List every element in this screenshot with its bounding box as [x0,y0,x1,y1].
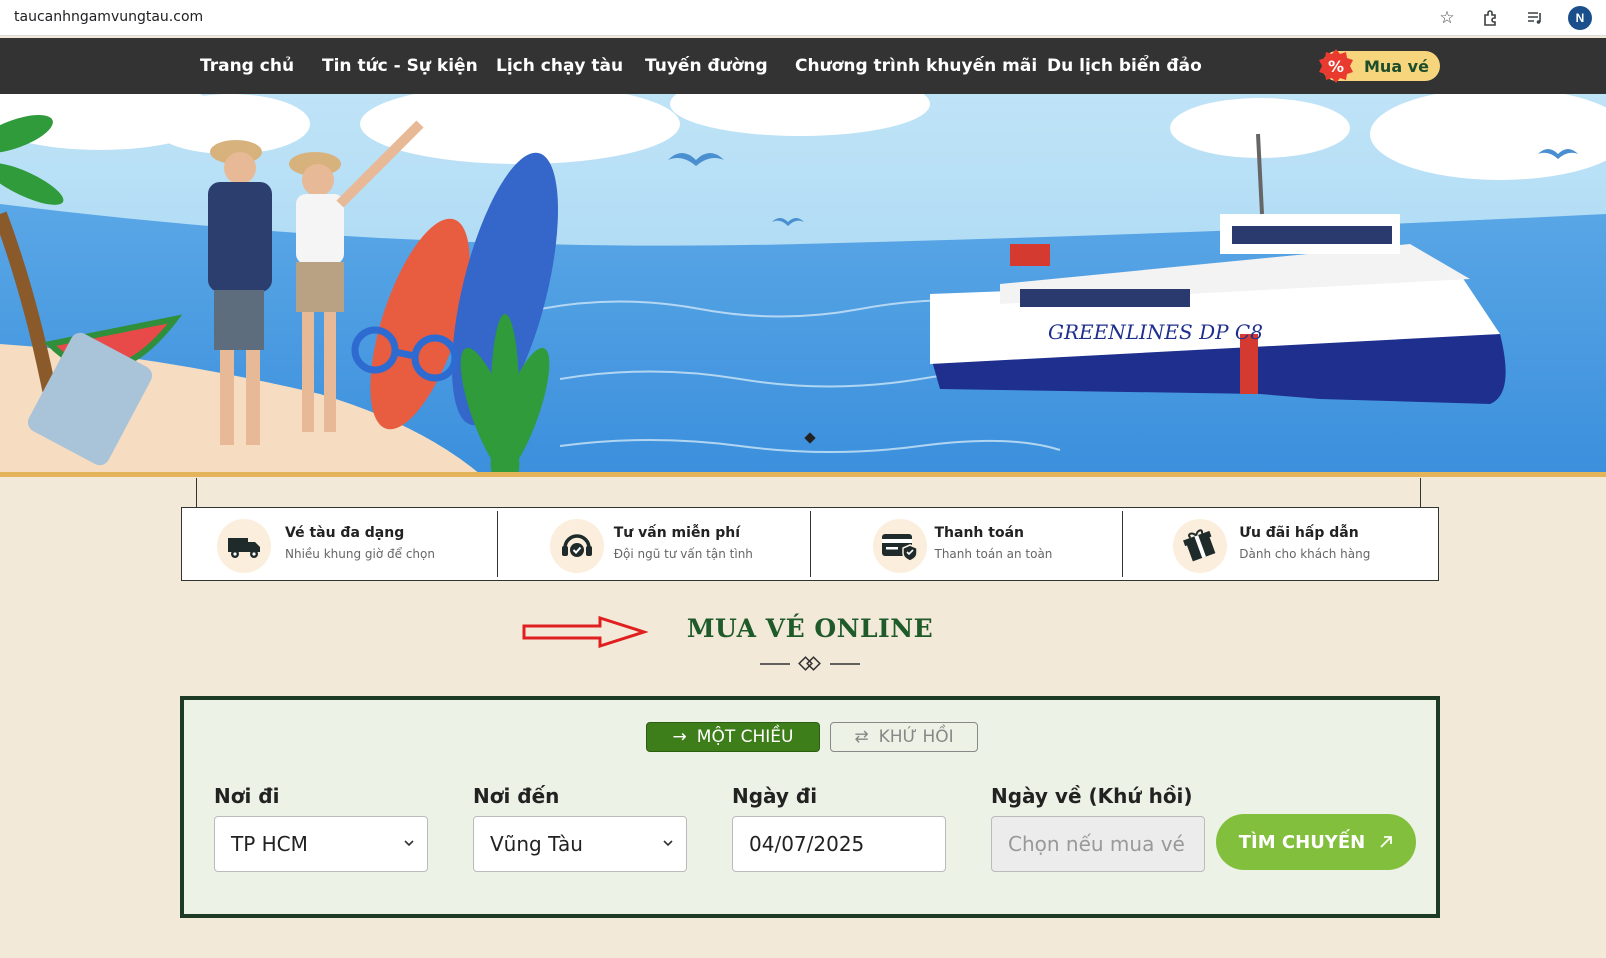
gift-icon [1173,519,1228,573]
chevron-down-icon [404,840,414,847]
arrow-up-right-icon [1380,836,1393,848]
truck-icon [217,519,271,573]
feature-title: Tư vấn miễn phí [613,525,741,541]
buy-ticket-button[interactable]: % Mua vé [1319,49,1440,83]
to-value: Vũng Tàu [490,832,583,856]
feature-subtitle: Đội ngũ tư vấn tận tình [613,547,753,561]
nav-item-promotions[interactable]: Chương trình khuyến mãi [795,56,1037,76]
feature-item: Vé tàu đa dạng Nhiều khung giờ để chọn [185,511,498,577]
feature-title: Thanh toán [934,525,1025,541]
feature-subtitle: Thanh toán an toàn [934,547,1053,561]
discount-badge-icon: % [1319,49,1353,83]
feature-subtitle: Nhiều khung giờ để chọn [285,547,435,561]
from-select[interactable]: TP HCM [214,816,428,872]
section-title: MUA VÉ ONLINE [686,614,934,643]
tab-round-trip[interactable]: ⇄ KHỨ HỒI [830,722,978,752]
booking-form: → MỘT CHIỀU ⇄ KHỨ HỒI Nơi đi TP HCM Nơi … [180,696,1440,918]
discount-badge-label: % [1328,57,1344,76]
profile-avatar[interactable]: N [1568,6,1592,30]
banner-border [0,472,1606,477]
feature-item: Thanh toán Thanh toán an toàn [811,511,1124,577]
tab-round-trip-label: KHỨ HỒI [878,727,954,747]
main-nav: Trang chủ Tin tức - Sự kiện Lịch chạy tà… [0,38,1606,94]
arrow-right-icon: → [672,727,687,747]
return-date-placeholder: Chọn nếu mua vé [1008,832,1185,856]
card-payment-icon [872,519,927,573]
feature-title: Ưu đãi hấp dẫn [1239,525,1359,541]
nav-item-routes[interactable]: Tuyến đường [645,56,768,76]
media-control-icon[interactable] [1524,7,1546,29]
search-trip-button[interactable]: TÌM CHUYẾN [1216,814,1416,870]
return-label: Ngày về (Khứ hồi) [991,784,1193,808]
browser-toolbar: taucanhngamvungtau.com ☆ N [0,0,1606,36]
features-bar: Vé tàu đa dạng Nhiều khung giờ để chọn T… [181,507,1439,581]
star-icon[interactable]: ☆ [1436,7,1458,29]
feature-title: Vé tàu đa dạng [285,525,405,541]
from-value: TP HCM [231,832,308,856]
feature-item: Ưu đãi hấp dẫn Dành cho khách hàng [1123,511,1435,577]
nav-item-island-tours[interactable]: Du lịch biển đảo [1047,56,1202,76]
title-divider [760,656,860,671]
return-date-input[interactable]: Chọn nếu mua vé [991,816,1205,872]
hero-banner: GREENLINES DP C8 [0,94,1606,474]
chevron-down-icon [663,840,673,847]
buy-ticket-label: Mua vé [1364,57,1429,76]
headset-icon [549,519,604,573]
red-arrow-annotation [522,616,648,648]
feature-item: Tư vấn miễn phí Đội ngũ tư vấn tận tình [498,511,811,577]
swap-arrows-icon: ⇄ [854,727,869,747]
to-label: Nơi đến [473,784,560,808]
nav-item-news[interactable]: Tin tức - Sự kiện [322,56,478,76]
to-select[interactable]: Vũng Tàu [473,816,687,872]
depart-label: Ngày đi [732,784,818,808]
feature-subtitle: Dành cho khách hàng [1239,547,1371,561]
tab-one-way[interactable]: → MỘT CHIỀU [646,722,820,752]
nav-item-home[interactable]: Trang chủ [200,56,294,76]
address-bar-url[interactable]: taucanhngamvungtau.com [14,9,203,25]
nav-item-schedule[interactable]: Lịch chạy tàu [496,56,623,76]
search-trip-label: TÌM CHUYẾN [1238,831,1366,853]
depart-date-value: 04/07/2025 [749,832,865,856]
tab-one-way-label: MỘT CHIỀU [696,727,794,747]
from-label: Nơi đi [214,784,280,808]
depart-date-input[interactable]: 04/07/2025 [732,816,946,872]
ship-name-text: GREENLINES DP C8 [1048,320,1263,344]
extension-icon[interactable] [1480,7,1502,29]
